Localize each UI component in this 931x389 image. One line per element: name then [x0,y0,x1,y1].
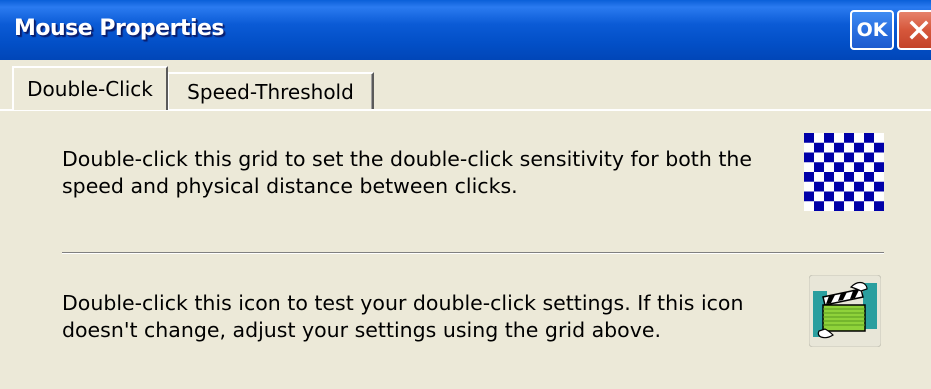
window-title: Mouse Properties [14,16,225,41]
grid-cell [824,152,834,163]
clapperboard-test-icon[interactable] [808,274,882,348]
grid-cell [854,162,864,172]
grid-cell [864,172,874,182]
grid-cell [814,142,824,153]
grid-cell [864,152,874,163]
title-bar[interactable]: Mouse Properties OK [0,0,931,60]
grid-cell [844,133,854,143]
grid-cell [864,133,874,143]
tab-strip: Speed-Threshold Double-Click [0,60,931,110]
close-button[interactable] [897,10,931,50]
grid-description: Double-click this grid to set the double… [62,147,752,198]
grid-cell [814,181,824,192]
grid-cell [874,201,884,211]
grid-cell [874,142,884,153]
grid-cell [804,152,814,163]
grid-cell [814,162,824,172]
grid-cell [814,201,824,211]
grid-cell [804,133,814,143]
tab-double-click[interactable]: Double-Click [12,66,168,110]
grid-cell [864,191,874,202]
grid-cell [834,162,844,172]
close-icon [908,19,930,41]
checkerboard-grid-icon[interactable] [804,133,884,211]
grid-cell [854,201,864,211]
grid-cell [834,201,844,211]
grid-cell [854,181,864,192]
grid-cell [804,191,814,202]
test-description: Double-click this icon to test your doub… [62,291,744,342]
grid-cell [824,172,834,182]
grid-cell [874,162,884,172]
grid-cell [844,172,854,182]
grid-cell [834,181,844,192]
grid-cell [844,152,854,163]
tab-speed-threshold[interactable]: Speed-Threshold [168,72,374,110]
grid-cell [844,191,854,202]
grid-cell [804,172,814,182]
grid-cell [874,181,884,192]
mouse-properties-window: Mouse Properties OK Speed-Threshold Doub… [0,0,931,389]
section-divider [62,252,884,254]
ok-button[interactable]: OK [850,10,894,50]
grid-cell [854,142,864,153]
grid-cell [824,191,834,202]
grid-cell [834,142,844,153]
grid-cell [824,133,834,143]
